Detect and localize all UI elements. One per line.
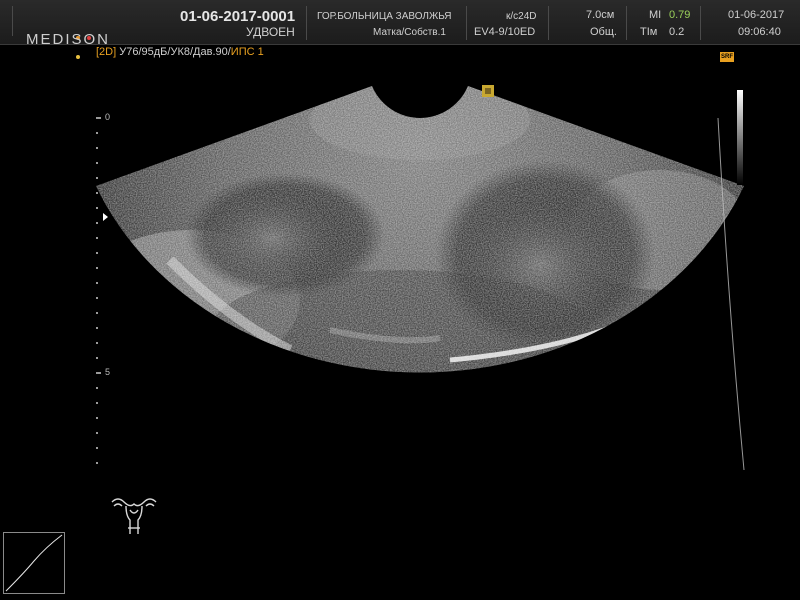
grayscale-bar <box>737 90 743 185</box>
orientation-marker-icon <box>482 85 494 97</box>
uterus-body-marker-icon[interactable] <box>108 494 160 536</box>
depth-ticks <box>96 117 101 464</box>
gamma-curve-box[interactable] <box>3 532 65 594</box>
depth-scale: 0 5 <box>92 112 110 472</box>
gamma-curve-icon <box>5 534 63 592</box>
depth-label-5: 5 <box>105 367 111 377</box>
srf-icon: SRF <box>720 52 734 62</box>
depth-label-0: 0 <box>105 112 111 122</box>
focus-marker-icon[interactable] <box>103 213 108 221</box>
